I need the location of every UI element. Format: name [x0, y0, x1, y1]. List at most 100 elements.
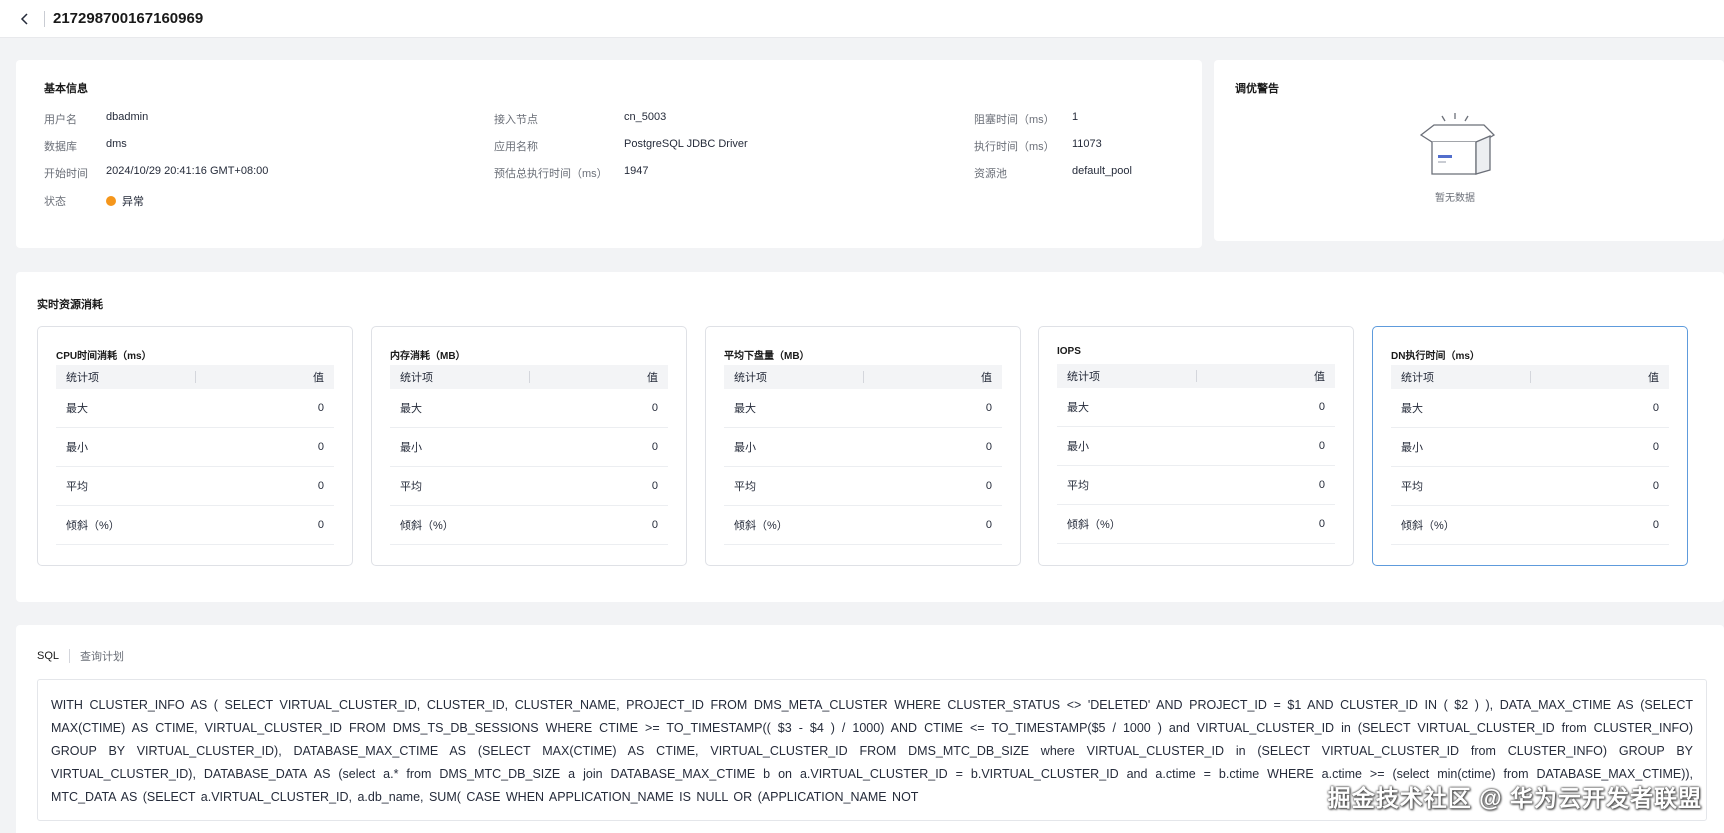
table-row: 最小 0	[1391, 428, 1669, 467]
info-value: default_pool	[1072, 165, 1132, 177]
tuning-warning-card: 调优警告 暂无数据	[1214, 60, 1724, 241]
metric-title: CPU时间消耗（ms）	[56, 351, 152, 362]
metric-panel-iops: IOPS 统计项 值 最大 0 最小 0 平均 0 倾斜（%） 0	[1038, 326, 1354, 566]
table-row: 倾斜（%） 0	[390, 506, 668, 545]
row-value: 0	[1318, 479, 1325, 491]
metric-title: IOPS	[1057, 346, 1081, 357]
info-label: 应用名称	[494, 141, 538, 153]
info-access-node-value-wrap: cn_5003	[624, 111, 666, 123]
row-value: 0	[985, 519, 992, 531]
table-row: 最小 0	[390, 428, 668, 467]
info-app-name-value-wrap: PostgreSQL JDBC Driver	[624, 138, 748, 150]
column-separator	[529, 371, 530, 383]
watermark: 掘金技术社区 @ 华为云开发者联盟	[1327, 785, 1702, 811]
row-value: 0	[317, 480, 324, 492]
row-value: 0	[1652, 402, 1659, 414]
row-label: 倾斜（%）	[1401, 520, 1455, 532]
info-username-value-wrap: dbadmin	[106, 111, 148, 123]
tab-query-plan[interactable]: 查询计划	[80, 648, 124, 664]
row-value: 0	[1318, 440, 1325, 452]
tuning-warning-title: 调优警告	[1235, 83, 1279, 95]
table-row: 倾斜（%） 0	[1391, 506, 1669, 545]
column-header-value: 值	[313, 372, 324, 384]
metric-table: 统计项 值 最大 0 最小 0 平均 0 倾斜（%） 0	[1057, 364, 1335, 544]
info-label: 状态	[44, 196, 66, 208]
table-row: 最小 0	[56, 428, 334, 467]
row-value: 0	[317, 441, 324, 453]
realtime-resource-title: 实时资源消耗	[37, 299, 103, 311]
metric-panel-memory: 内存消耗（MB） 统计项 值 最大 0 最小 0 平均 0 倾斜（%） 0	[371, 326, 687, 566]
row-label: 最小	[66, 442, 88, 454]
table-header: 统计项 值	[56, 365, 334, 389]
metric-panel-cpu: CPU时间消耗（ms） 统计项 值 最大 0 最小 0 平均 0 倾斜（%） 0	[37, 326, 353, 566]
sql-tabs: SQL 查询计划	[37, 648, 124, 664]
info-resource-pool-value-wrap: default_pool	[1072, 165, 1132, 177]
row-value: 0	[651, 480, 658, 492]
info-status: 状态	[44, 193, 66, 209]
status-badge: 异常	[122, 196, 144, 208]
column-header-value: 值	[1314, 371, 1325, 383]
info-status-value-wrap: 异常	[106, 193, 144, 209]
info-app-name: 应用名称	[494, 138, 538, 154]
row-label: 最小	[400, 442, 422, 454]
info-database: 数据库	[44, 138, 77, 154]
row-label: 最小	[1067, 441, 1089, 453]
table-row: 最大 0	[724, 389, 1002, 428]
info-exec-time: 执行时间（ms）	[974, 138, 1055, 154]
info-access-node: 接入节点	[494, 111, 538, 127]
tab-sql[interactable]: SQL	[37, 650, 59, 662]
info-value: dbadmin	[106, 111, 149, 123]
info-exec-time-value-wrap: 11073	[1072, 138, 1102, 150]
info-start-time: 开始时间	[44, 165, 88, 181]
column-header-stat: 统计项	[1401, 372, 1434, 384]
metric-title: 内存消耗（MB）	[390, 351, 466, 362]
info-label: 开始时间	[44, 168, 88, 180]
page-title: 217298700167160969	[53, 10, 204, 27]
table-row: 最大 0	[56, 389, 334, 428]
row-label: 倾斜（%）	[1067, 519, 1121, 531]
column-header-value: 值	[981, 372, 992, 384]
metric-title: DN执行时间（ms）	[1391, 351, 1480, 362]
column-header-value: 值	[1648, 372, 1659, 384]
empty-box-icon	[1419, 113, 1496, 175]
table-header: 统计项 值	[1391, 365, 1669, 389]
column-separator	[1196, 370, 1197, 382]
row-label: 平均	[66, 481, 88, 493]
column-header-stat: 统计项	[1067, 371, 1100, 383]
back-arrow-icon[interactable]	[20, 12, 34, 26]
column-separator	[195, 371, 196, 383]
table-header: 统计项 值	[390, 365, 668, 389]
table-row: 平均 0	[1391, 467, 1669, 506]
metric-panel-disk: 平均下盘量（MB） 统计项 值 最大 0 最小 0 平均 0 倾斜（%） 0	[705, 326, 1021, 566]
metric-table: 统计项 值 最大 0 最小 0 平均 0 倾斜（%） 0	[56, 365, 334, 545]
table-row: 倾斜（%） 0	[1057, 505, 1335, 544]
basic-info-title: 基本信息	[44, 83, 88, 95]
info-database-value-wrap: dms	[106, 138, 127, 150]
row-value: 0	[985, 441, 992, 453]
info-value: 11073	[1072, 138, 1102, 150]
info-value: PostgreSQL JDBC Driver	[624, 138, 748, 150]
metric-panel-dn-exec-time[interactable]: DN执行时间（ms） 统计项 值 最大 0 最小 0 平均 0 倾斜（%） 0	[1372, 326, 1688, 566]
info-value: cn_5003	[624, 111, 667, 123]
row-value: 0	[1652, 441, 1659, 453]
table-header: 统计项 值	[1057, 364, 1335, 388]
column-header-stat: 统计项	[734, 372, 767, 384]
column-separator	[1530, 371, 1531, 383]
table-row: 最大 0	[390, 389, 668, 428]
row-label: 最小	[1401, 442, 1423, 454]
metric-table: 统计项 值 最大 0 最小 0 平均 0 倾斜（%） 0	[724, 365, 1002, 545]
row-value: 0	[985, 402, 992, 414]
table-row: 最大 0	[1391, 389, 1669, 428]
info-value: 1	[1072, 111, 1079, 123]
empty-text: 暂无数据	[1435, 193, 1475, 204]
table-row: 平均 0	[390, 467, 668, 506]
metric-title: 平均下盘量（MB）	[724, 351, 810, 362]
row-value: 0	[651, 441, 658, 453]
title-divider	[44, 10, 45, 27]
row-label: 倾斜（%）	[66, 520, 120, 532]
empty-state: 暂无数据	[1412, 108, 1498, 204]
row-label: 最大	[1401, 403, 1423, 415]
basic-info-card: 基本信息 用户名 dbadmin 数据库 dms 开始时间 2024/10/29…	[16, 60, 1202, 248]
info-resource-pool: 资源池	[974, 165, 1007, 181]
info-value: dms	[106, 138, 127, 150]
